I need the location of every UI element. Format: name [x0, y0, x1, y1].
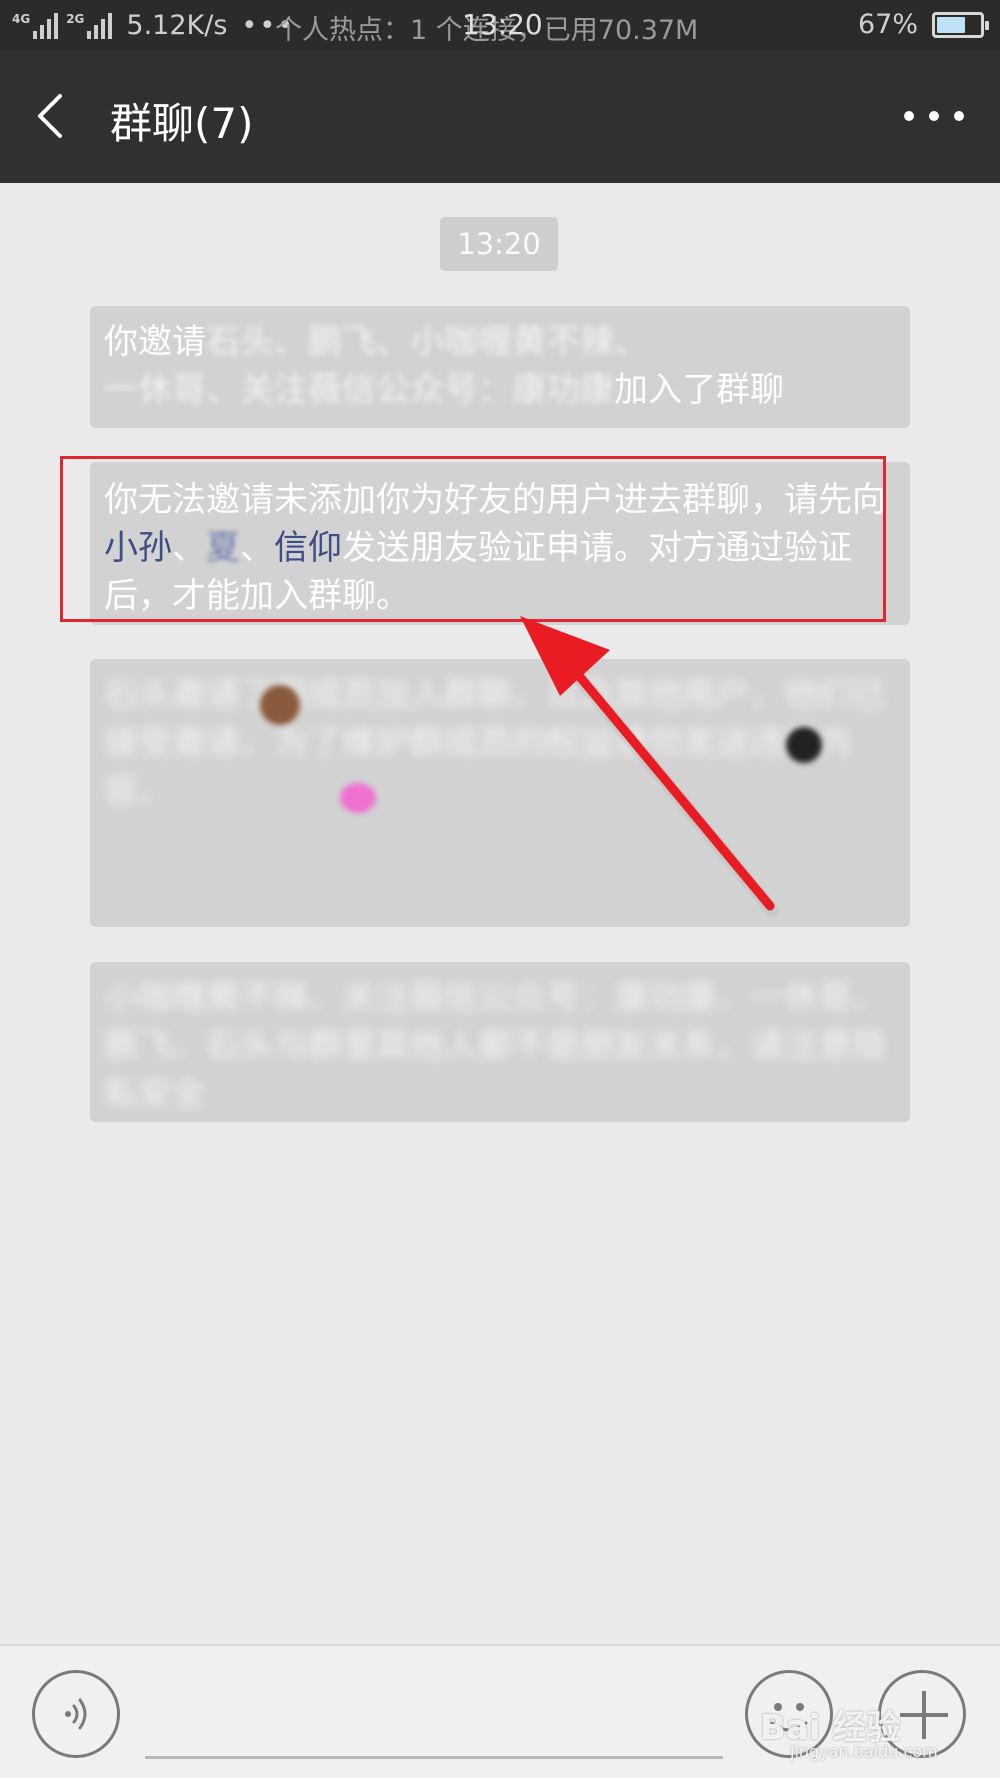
message-input[interactable] — [145, 1756, 723, 1759]
watermark-url: jingyan.baidu.com — [790, 1742, 938, 1761]
system-message-blurred-1: 石头邀请了群成员加入群聊，以及其他用户，他们已接受邀请，为了维护群成员的权益请勿… — [90, 659, 910, 927]
user-link-1[interactable]: 小孙 — [104, 528, 172, 568]
more-options-button[interactable] — [904, 98, 964, 134]
chat-timestamp: 13:20 — [440, 217, 558, 271]
status-left: 4G 2G 5.12K/s ••• — [12, 10, 295, 41]
blurred-message-text: 小咖喱黄不辣、关注薇信公众号：康功康、一休哥、鹏飞、石头与群里其他人都不是朋友关… — [104, 978, 886, 1114]
user-link-3[interactable]: 信仰 — [274, 528, 342, 568]
status-bar: 4G 2G 5.12K/s ••• 个人热点：1 个连接，已用70.37M 13… — [0, 0, 1000, 50]
dot-icon — [904, 111, 914, 121]
voice-input-button[interactable] — [32, 1670, 120, 1758]
status-time: 13:20 — [462, 8, 543, 41]
blurred-message-text: 石头邀请了群成员加入群聊，以及其他用户，他们已接受邀请，为了维护群成员的权益请勿… — [104, 675, 886, 811]
network-speed: 5.12K/s — [126, 10, 228, 41]
user-link-2[interactable]: 夏 — [206, 528, 240, 568]
title-bar: 群聊(7) — [0, 50, 1000, 183]
separator: 、 — [240, 528, 274, 568]
invite-suffix: 加入了群聊 — [614, 370, 784, 410]
chevron-left-icon — [38, 94, 62, 138]
heart-icon — [340, 783, 376, 813]
status-right: 67% — [857, 9, 989, 40]
dot-icon — [929, 111, 939, 121]
signal-icon: 4G — [12, 11, 59, 39]
battery-percent: 67% — [857, 9, 918, 40]
emoji-icon — [786, 727, 822, 763]
invite-prefix: 你邀请 — [104, 322, 206, 362]
system-message-blurred-2: 小咖喱黄不辣、关注薇信公众号：康功康、一休哥、鹏飞、石头与群里其他人都不是朋友关… — [90, 962, 910, 1122]
separator: 、 — [172, 528, 206, 568]
system-message-cannot-invite: 你无法邀请未添加你为好友的用户进去群聊，请先向小孙、夏、信仰发送朋友验证申请。对… — [90, 462, 910, 625]
battery-icon — [932, 11, 989, 38]
emoji-icon — [260, 685, 300, 725]
invite-names-blurred: 石头、鹏飞、小咖喱黄不辣、 — [206, 322, 648, 362]
msg-text-part1: 你无法邀请未添加你为好友的用户进去群聊，请先向 — [104, 480, 886, 520]
page-title: 群聊(7) — [110, 99, 254, 148]
network-type-1: 4G — [12, 11, 31, 26]
back-button[interactable] — [30, 88, 80, 144]
dot-icon — [954, 111, 964, 121]
invite-names-blurred-2: 一休哥、关注薇信公众号：康功康 — [104, 370, 614, 410]
signal-icon-2: 2G — [66, 11, 113, 39]
voice-icon — [65, 1698, 87, 1730]
system-message-invite: 你邀请石头、鹏飞、小咖喱黄不辣、 一休哥、关注薇信公众号：康功康加入了群聊 — [90, 306, 910, 428]
network-type-2: 2G — [66, 11, 85, 26]
